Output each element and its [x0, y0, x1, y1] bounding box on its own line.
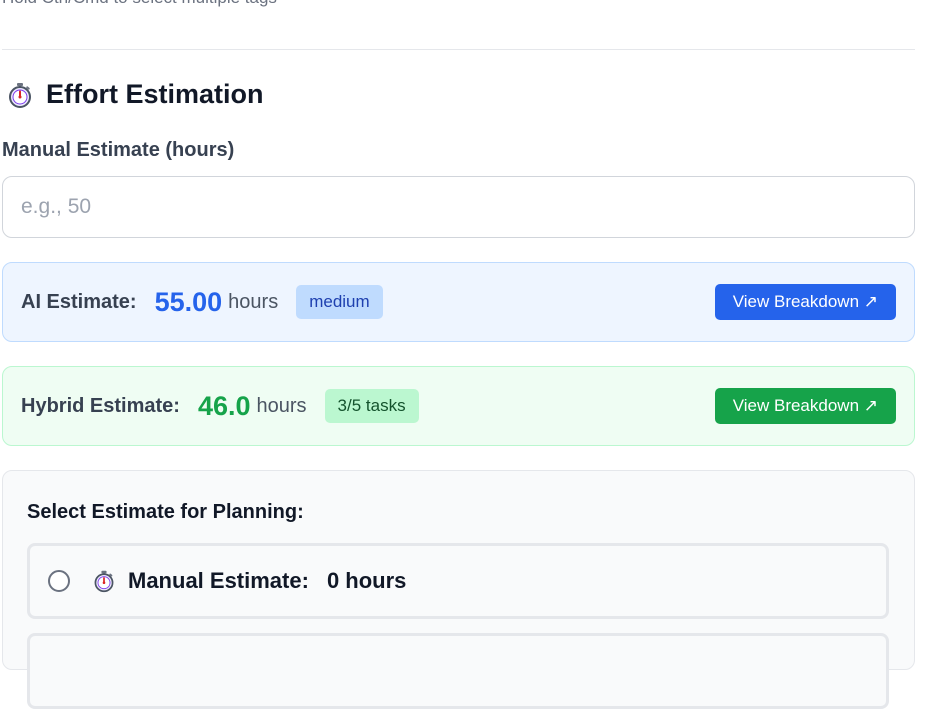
hybrid-estimate-unit: hours — [256, 394, 307, 417]
option-value: 0 hours — [326, 568, 407, 593]
tags-hint: Hold Ctrl/Cmd to select multiple tags — [2, 0, 277, 8]
effort-estimation-heading: Effort Estimation — [6, 79, 264, 110]
manual-estimate-label: Manual Estimate (hours) — [2, 139, 235, 161]
section-divider — [2, 49, 915, 50]
ai-estimate-label: AI Estimate: — [21, 290, 137, 313]
option-next[interactable] — [27, 633, 889, 709]
ai-estimate-card: AI Estimate: 55.00 hours medium View Bre… — [2, 262, 915, 342]
tasks-badge: 3/5 tasks — [324, 389, 419, 423]
section-title: Effort Estimation — [46, 79, 264, 109]
ai-view-breakdown-button[interactable]: View Breakdown ↗ — [714, 284, 896, 320]
hybrid-estimate-card: Hybrid Estimate: 46.0 hours 3/5 tasks Vi… — [2, 366, 915, 446]
option-manual-estimate[interactable]: Manual Estimate: 0 hours — [27, 543, 889, 619]
ai-estimate-value: 55.00 — [154, 286, 223, 317]
hybrid-estimate-value: 46.0 — [197, 390, 251, 421]
manual-estimate-input[interactable] — [2, 176, 915, 238]
planning-title: Select Estimate for Planning: — [27, 501, 304, 523]
hybrid-estimate-label: Hybrid Estimate: — [21, 394, 180, 417]
option-label: Manual Estimate: — [128, 568, 309, 593]
planning-selection-panel: Select Estimate for Planning: Manual Est… — [2, 470, 915, 709]
confidence-badge: medium — [296, 285, 383, 319]
manual-estimate-radio[interactable] — [48, 570, 70, 592]
stopwatch-icon — [94, 570, 114, 593]
stopwatch-icon — [9, 82, 31, 108]
hybrid-view-breakdown-button[interactable]: View Breakdown ↗ — [714, 388, 896, 424]
ai-estimate-unit: hours — [228, 290, 279, 313]
